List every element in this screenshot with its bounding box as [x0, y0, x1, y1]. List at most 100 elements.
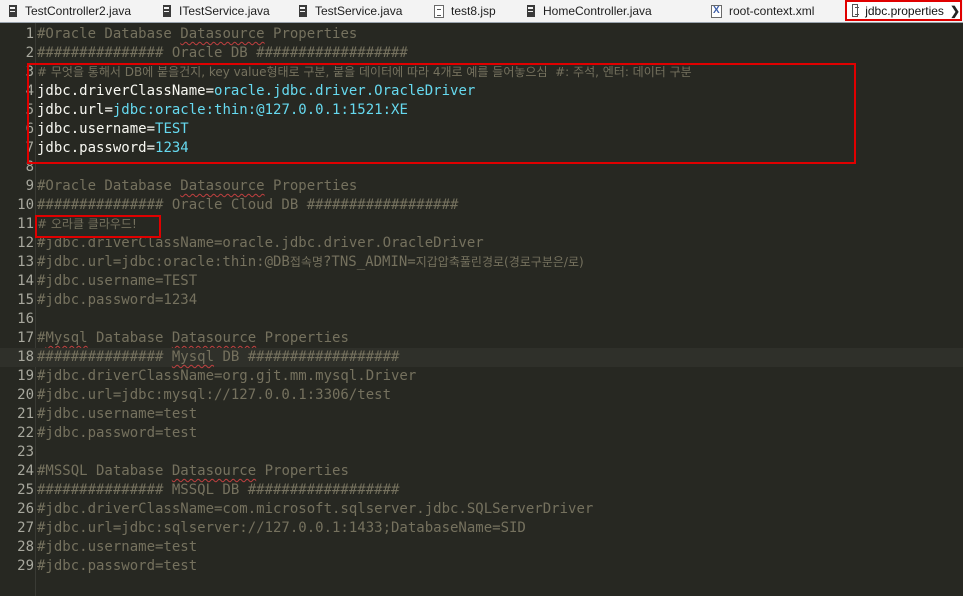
comment-text: #jdbc.driverClassName=oracle.jdbc.driver… [37, 235, 484, 251]
line-text: #jdbc.username=TEST [37, 272, 197, 291]
line-text: # 오라클 클라우드! [37, 215, 137, 234]
comment-text: Database [87, 330, 172, 346]
tab-testcontroller2[interactable]: TestController2.java [8, 0, 158, 22]
line-text: #jdbc.url=jdbc:mysql://127.0.0.1:3306/te… [37, 386, 391, 405]
code-line[interactable]: 12 #jdbc.driverClassName=oracle.jdbc.driv… [0, 234, 963, 253]
tab-label: test8.jsp [451, 4, 496, 18]
tab-test8-jsp[interactable]: test8.jsp [434, 0, 524, 22]
line-text: #jdbc.username=test [37, 538, 197, 557]
tab-jdbc-properties[interactable]: jdbc.properties ❯ [845, 0, 962, 21]
line-number: 21 [17, 406, 34, 422]
code-line[interactable]: 3 # 무엇을 통해서 DB에 붙을건지, key value형태로 구분, 붙을… [0, 63, 963, 82]
property-value: TEST [155, 121, 189, 137]
code-line[interactable]: 26 #jdbc.driverClassName=com.microsoft.sq… [0, 500, 963, 519]
code-editor[interactable]: 1 #Oracle Database Datasource Properties 2… [0, 23, 963, 596]
java-file-icon [526, 4, 536, 18]
line-number: 1 [25, 26, 34, 42]
line-text: #Oracle Database Datasource Properties [37, 177, 357, 196]
code-line[interactable]: 1 #Oracle Database Datasource Properties [0, 25, 963, 44]
chevron-right-icon[interactable]: ❯ [950, 4, 960, 18]
line-text: ############### MSSQL DB ###############… [37, 481, 399, 500]
code-line[interactable]: 24 #MSSQL Database Datasource Properties [0, 462, 963, 481]
property-key: = [205, 83, 215, 99]
line-number: 15 [17, 292, 34, 308]
property-key: = [146, 140, 156, 156]
property-key: = [104, 102, 113, 118]
line-number: 11 [17, 216, 34, 232]
line-number: 17 [17, 330, 34, 346]
property-key: jdbc.username [37, 121, 147, 137]
code-line[interactable]: 8 [0, 158, 963, 177]
code-line[interactable]: 6 jdbc.username=TEST [0, 120, 963, 139]
tab-label: ITestService.java [179, 4, 270, 18]
line-text: #Oracle Database Datasource Properties [37, 25, 357, 44]
line-number: 19 [17, 368, 34, 384]
java-file-icon [298, 4, 308, 18]
comment-text: #jdbc.url=jdbc:mysql://127.0.0.1:3306/te… [37, 387, 392, 403]
code-line[interactable]: 4 jdbc.driverClassName=oracle.jdbc.driver… [0, 82, 963, 101]
properties-file-icon [852, 4, 860, 17]
code-line[interactable]: 7 jdbc.password=1234 [0, 139, 963, 158]
comment-text: #jdbc.url=jdbc:sqlserver://127.0.0.1:143… [37, 520, 526, 536]
code-line[interactable]: 19 #jdbc.driverClassName=org.gjt.mm.mysql… [0, 367, 963, 386]
property-key: jdbc.driverClassName [37, 83, 206, 99]
comment-text: #jdbc.driverClassName=com.microsoft.sqls… [37, 501, 594, 517]
line-number: 26 [17, 501, 34, 517]
tab-itestservice[interactable]: ITestService.java [162, 0, 292, 22]
comment-text: ############### [37, 349, 172, 365]
line-text: jdbc.url=jdbc:oracle:thin:@127.0.0.1:152… [37, 101, 408, 120]
comment-text: #jdbc.password=test [37, 425, 198, 441]
code-line[interactable]: 22 #jdbc.password=test [0, 424, 963, 443]
code-line[interactable]: 21 #jdbc.username=test [0, 405, 963, 424]
comment-text: #jdbc.url=jdbc:oracle:thin:@DB [37, 254, 290, 270]
code-line[interactable]: 13 #jdbc.url=jdbc:oracle:thin:@DB접속명?TNS_… [0, 253, 963, 272]
line-text: #jdbc.password=1234 [37, 291, 197, 310]
jsp-file-icon [434, 4, 444, 18]
code-line[interactable]: 28 #jdbc.username=test [0, 538, 963, 557]
code-line[interactable]: 27 #jdbc.url=jdbc:sqlserver://127.0.0.1:1… [0, 519, 963, 538]
comment-text: Properties [264, 26, 358, 42]
comment-text: #MSSQL Database [37, 463, 172, 479]
code-line[interactable]: 18 ############### Mysql DB #############… [0, 348, 963, 367]
line-text: #jdbc.url=jdbc:sqlserver://127.0.0.1:143… [37, 519, 526, 538]
property-key: jdbc.password [37, 140, 147, 156]
line-number: 9 [25, 178, 34, 194]
code-line[interactable]: 23 [0, 443, 963, 462]
line-number: 20 [17, 387, 34, 403]
comment-text: Mysql [45, 330, 88, 346]
line-text: #jdbc.username=test [37, 405, 197, 424]
property-value: jdbc:oracle:thin:@127.0.0.1:1521:XE [112, 102, 408, 118]
code-line[interactable]: 2 ############### Oracle DB #############… [0, 44, 963, 63]
tab-testservice[interactable]: TestService.java [298, 0, 423, 22]
tab-homecontroller[interactable]: HomeController.java [526, 0, 676, 22]
comment-text: Properties [256, 463, 349, 479]
code-line[interactable]: 29 #jdbc.password=test [0, 557, 963, 576]
code-line[interactable]: 10 ############### Oracle Cloud DB ######… [0, 196, 963, 215]
comment-text: #jdbc.username=test [37, 539, 198, 555]
code-line[interactable]: 16 [0, 310, 963, 329]
code-line[interactable]: 11 # 오라클 클라우드! [0, 215, 963, 234]
line-number: 28 [17, 539, 34, 555]
code-line[interactable]: 9 #Oracle Database Datasource Properties [0, 177, 963, 196]
line-number: 8 [25, 159, 34, 175]
code-line[interactable]: 25 ############### MSSQL DB #############… [0, 481, 963, 500]
code-line[interactable]: 14 #jdbc.username=TEST [0, 272, 963, 291]
line-number: 25 [17, 482, 34, 498]
code-line[interactable]: 20 #jdbc.url=jdbc:mysql://127.0.0.1:3306/… [0, 386, 963, 405]
code-line[interactable]: 15 #jdbc.password=1234 [0, 291, 963, 310]
line-text: #jdbc.driverClassName=oracle.jdbc.driver… [37, 234, 484, 253]
tab-label: HomeController.java [543, 4, 652, 18]
comment-text: #Oracle Database [37, 178, 181, 194]
comment-text: Properties [264, 178, 358, 194]
tab-label: jdbc.properties [865, 3, 944, 18]
comment-text: Properties [256, 330, 349, 346]
line-text: ############### Oracle Cloud DB ########… [37, 196, 458, 215]
comment-text: Datasource [171, 330, 257, 346]
code-line[interactable]: 5 jdbc.url=jdbc:oracle:thin:@127.0.0.1:15… [0, 101, 963, 120]
property-key: jdbc.url [37, 102, 105, 118]
comment-text: 지갑압축풀린경로(경로구분은/로) [415, 255, 584, 269]
tab-root-context-xml[interactable]: root-context.xml [711, 0, 841, 22]
comment-text: #jdbc.username=TEST [37, 273, 198, 289]
code-line[interactable]: 17 #Mysql Database Datasource Properties [0, 329, 963, 348]
line-number: 5 [25, 102, 34, 118]
